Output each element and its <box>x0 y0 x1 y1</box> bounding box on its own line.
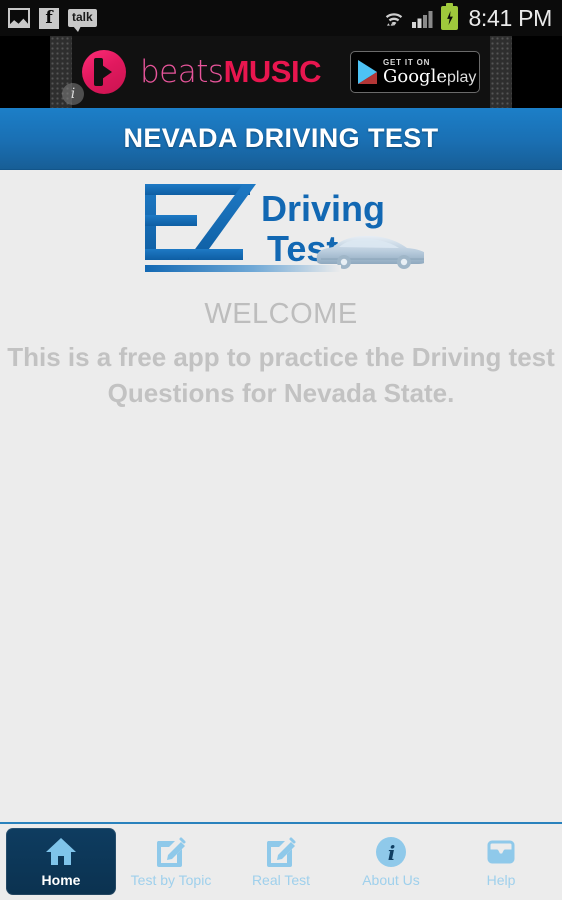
ad-info-icon[interactable]: i <box>62 83 84 105</box>
ad-texture-right <box>490 36 512 108</box>
talk-icon: talk <box>68 9 97 32</box>
ad-brand-bold: MUSIC <box>223 54 322 89</box>
edit-square-icon <box>264 835 298 869</box>
facebook-icon: f <box>39 7 59 29</box>
badge-google: Google <box>383 65 447 87</box>
tab-about-us-label: About Us <box>362 872 420 888</box>
svg-text:i: i <box>388 841 396 865</box>
tab-test-by-topic[interactable]: Test by Topic <box>116 828 226 895</box>
app-header: NEVADA DRIVING TEST <box>0 108 562 170</box>
tab-help[interactable]: Help <box>446 828 556 895</box>
status-bar: f talk 8:41 PM <box>0 0 562 36</box>
tab-help-label: Help <box>486 872 516 888</box>
google-play-badge[interactable]: GET IT ON Googleplay <box>350 51 480 93</box>
ad-brand-light: beats <box>140 54 224 90</box>
cell-signal-icon <box>412 8 434 28</box>
tab-home-label: Home <box>41 872 81 888</box>
ez-driving-test-logo: Driving Test <box>139 179 424 279</box>
wifi-icon <box>383 8 405 29</box>
logo-graphic: Driving Test <box>144 184 424 272</box>
svg-text:Driving: Driving <box>261 188 385 229</box>
bottom-tab-bar: Home Test by Topic Real Test i About Us … <box>0 822 562 900</box>
status-bar-notifications: f talk <box>8 7 97 32</box>
status-bar-clock: 8:41 PM <box>468 4 552 31</box>
tab-about-us[interactable]: i About Us <box>336 828 446 895</box>
app-screen: f talk 8:41 PM beatsMUSIC GET IT ON Goog… <box>0 0 562 900</box>
tab-home[interactable]: Home <box>6 828 116 895</box>
battery-charging-icon <box>441 3 459 30</box>
beats-logo-icon <box>82 50 126 94</box>
ad-brand-text: beatsMUSIC <box>140 56 321 88</box>
tab-test-by-topic-label: Test by Topic <box>130 872 212 888</box>
ad-banner[interactable]: beatsMUSIC GET IT ON Googleplay i <box>50 36 512 108</box>
home-icon <box>44 835 78 869</box>
welcome-heading: WELCOME <box>204 298 358 330</box>
status-bar-system: 8:41 PM <box>383 3 552 32</box>
welcome-description: This is a free app to practice the Drivi… <box>7 342 555 408</box>
badge-play: play <box>446 68 477 86</box>
google-play-icon <box>358 60 377 84</box>
tab-real-test-label: Real Test <box>251 872 311 888</box>
main-content: Driving Test WELCOME This is a free app … <box>0 170 562 822</box>
google-play-text: GET IT ON Googleplay <box>383 58 477 87</box>
tab-real-test[interactable]: Real Test <box>226 828 336 895</box>
ad-content: beatsMUSIC GET IT ON Googleplay <box>72 36 490 108</box>
photo-icon <box>8 8 30 28</box>
page-title: NEVADA DRIVING TEST <box>123 123 439 153</box>
inbox-tray-icon <box>484 835 518 869</box>
edit-square-icon <box>154 835 188 869</box>
ad-banner-region: beatsMUSIC GET IT ON Googleplay i <box>0 36 562 108</box>
info-circle-icon: i <box>374 835 408 869</box>
